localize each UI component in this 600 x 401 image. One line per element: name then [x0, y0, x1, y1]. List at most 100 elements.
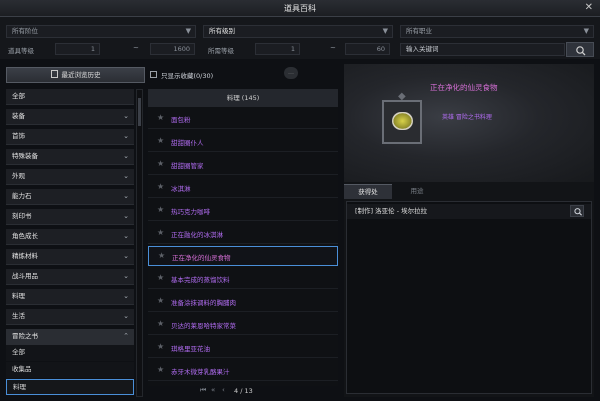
subcategory-item[interactable]: 收集品 [6, 362, 134, 378]
category-item[interactable]: 料理 ⌄ [6, 289, 134, 305]
chevron-down-icon: ▼ [185, 27, 191, 35]
star-icon[interactable]: ★ [157, 205, 164, 214]
star-icon[interactable]: ★ [157, 296, 164, 305]
chevron-down-icon: ⌄ [123, 312, 129, 320]
first-page-icon[interactable]: ⏮ [200, 386, 206, 395]
tab-sources[interactable]: 获得处 [344, 184, 392, 199]
title-bar: 道具百科 ✕ [0, 0, 600, 17]
history-icon [50, 70, 58, 78]
chevron-down-icon: ⌄ [123, 252, 129, 260]
keyword-input[interactable]: 输入关键词 [400, 43, 565, 56]
chevron-down-icon: ▼ [583, 27, 589, 35]
list-item[interactable]: ★ 热巧克力咖啡 [148, 201, 338, 221]
prev-page-icon[interactable]: ‹ [222, 386, 225, 394]
category-item[interactable]: 首饰 ⌄ [6, 129, 134, 145]
item-list: 料理 (145) ★ 面包粉 ★ 甜甜圈仆人 ★ 甜甜圈管家 ★ 冰淇淋 ★ 热巧克力咖啡… [148, 89, 338, 386]
item-name: 正在融化的冰淇淋 [171, 231, 223, 239]
star-icon[interactable]: ★ [158, 251, 165, 260]
category-item[interactable]: 外观 ⌄ [6, 169, 134, 185]
window-title: 道具百科 [284, 4, 316, 13]
close-icon[interactable]: ✕ [585, 2, 593, 14]
star-icon[interactable]: ★ [157, 113, 164, 122]
search-icon [574, 208, 582, 216]
chevron-down-icon: ⌄ [123, 132, 129, 140]
list-item[interactable]: ★ 甜甜圈管家 [148, 155, 338, 175]
star-icon[interactable]: ★ [157, 228, 164, 237]
category-item[interactable]: 能力石 ⌄ [6, 189, 134, 205]
subcategory-item[interactable]: 全部 [6, 345, 134, 361]
chevron-down-icon: ⌄ [123, 172, 129, 180]
category-label: 生活 [12, 312, 25, 320]
recent-history-label: 最近浏览历史 [61, 71, 101, 79]
list-item[interactable]: ★ 冰淇淋 [148, 178, 338, 198]
category-scrollbar[interactable] [136, 89, 143, 397]
favorites-checkbox-label: 只显示收藏(0/30) [161, 72, 214, 80]
list-item[interactable]: ★ 正在融化的冰淇淋 [148, 224, 338, 244]
subcategory-item-selected[interactable]: 料理 [6, 379, 134, 395]
use-level-label: 所需等级 [208, 47, 234, 55]
list-item[interactable]: ★ 甜甜圈仆人 [148, 132, 338, 152]
category-item[interactable]: 战斗用品 ⌄ [6, 269, 134, 285]
frame-ornament-icon: ◆ [398, 91, 406, 102]
search-button[interactable] [566, 42, 594, 57]
star-icon[interactable]: ★ [157, 182, 164, 191]
list-item[interactable]: ★ 赤牙木微芽乳酪果汁 [148, 361, 338, 381]
range-separator: ~ [330, 44, 336, 52]
scroll-thumb[interactable] [138, 98, 141, 126]
list-item[interactable]: ★ 准备涂抹调料的胸脯肉 [148, 292, 338, 312]
star-icon[interactable]: ★ [157, 136, 164, 145]
item-name: 琪格里亚花油 [171, 345, 210, 353]
chevron-down-icon: ⌄ [123, 292, 129, 300]
star-icon[interactable]: ★ [157, 342, 164, 351]
list-item[interactable]: ★ 基本完成的蒸馏饮料 [148, 269, 338, 289]
item-level-max-input[interactable]: 1600 [150, 43, 195, 55]
subcategory-label: 全部 [12, 348, 25, 356]
category-label: 冒险之书 [12, 332, 38, 340]
chevron-down-icon: ⌄ [123, 272, 129, 280]
page-indicator: 4 / 13 [234, 387, 253, 395]
category-item[interactable]: 特殊装备 ⌄ [6, 149, 134, 165]
category-item[interactable]: 精炼材料 ⌄ [6, 249, 134, 265]
tab-usage[interactable]: 用途 [392, 184, 442, 199]
use-level-min-input[interactable]: 1 [255, 43, 300, 55]
category-item[interactable]: 装备 ⌄ [6, 109, 134, 125]
chat-bubble-icon[interactable]: … [284, 67, 298, 79]
source-search-button[interactable] [570, 205, 584, 217]
pagination: ⏮ « ‹ 4 / 13 [148, 386, 338, 398]
item-name: 赤牙木微芽乳酪果汁 [171, 368, 230, 376]
star-icon[interactable]: ★ [157, 319, 164, 328]
list-item[interactable]: ★ 贝达的莱恩哈特家常菜 [148, 315, 338, 335]
item-name: 甜甜圈仆人 [171, 139, 204, 147]
chevron-down-icon: ⌄ [123, 232, 129, 240]
subcategory-label: 料理 [13, 383, 26, 391]
item-detail-header: ◆ 正在净化的仙灵食物 英雄 冒险之书料理 [344, 64, 594, 182]
star-icon[interactable]: ★ [157, 159, 164, 168]
category-item[interactable]: 生活 ⌄ [6, 309, 134, 325]
recent-history-button[interactable]: 最近浏览历史 [6, 67, 145, 83]
category-item[interactable]: 全部 [6, 89, 134, 105]
category-label: 首饰 [12, 132, 25, 140]
use-level-max-input[interactable]: 60 [345, 43, 390, 55]
category-item[interactable]: 冒险之书 ⌃ [6, 329, 134, 345]
item-name: 热巧克力咖啡 [171, 208, 210, 216]
prev-10-pages-icon[interactable]: « [211, 386, 215, 394]
source-text: [制作] 洛亚伦 - 埃尔拉拉 [355, 207, 428, 215]
category-label: 能力石 [12, 192, 32, 200]
item-name: 正在净化的仙灵食物 [430, 83, 498, 92]
list-item[interactable]: ★ 琪格里亚花油 [148, 338, 338, 358]
item-level-min-input[interactable]: 1 [55, 43, 100, 55]
category-label: 战斗用品 [12, 272, 38, 280]
list-header: 料理 (145) [148, 89, 338, 107]
list-item-selected[interactable]: ★ 正在净化的仙灵食物 [148, 246, 338, 266]
favorites-checkbox[interactable] [150, 71, 157, 78]
list-item[interactable]: ★ 面包粉 [148, 109, 338, 129]
star-icon[interactable]: ★ [157, 365, 164, 374]
chevron-down-icon: ▼ [382, 27, 388, 35]
level-select[interactable]: 所有级别 ▼ [203, 25, 393, 38]
class-select[interactable]: 所有职业 ▼ [400, 25, 594, 38]
category-item[interactable]: 刻印书 ⌄ [6, 209, 134, 225]
star-icon[interactable]: ★ [157, 273, 164, 282]
source-row[interactable]: [制作] 洛亚伦 - 埃尔拉拉 [347, 204, 591, 219]
category-item[interactable]: 角色成长 ⌄ [6, 229, 134, 245]
grade-select[interactable]: 所有阶位 ▼ [6, 25, 196, 38]
